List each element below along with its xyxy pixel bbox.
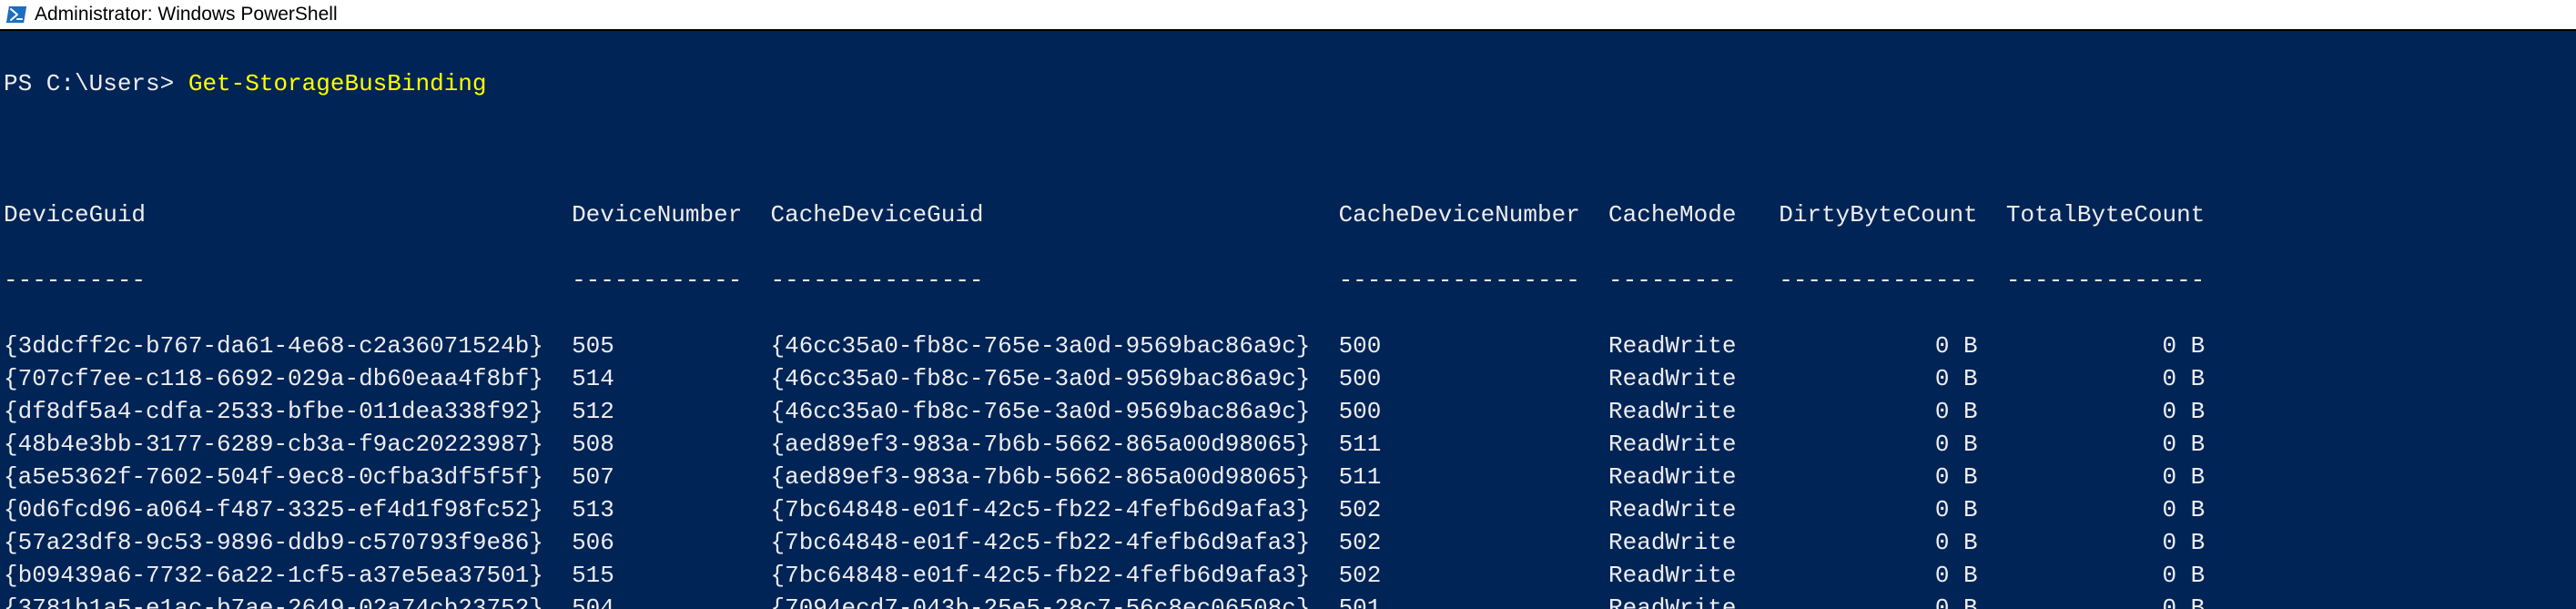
prompt-line: PS C:\Users> Get-StorageBusBinding xyxy=(4,67,2572,100)
cell-cachemode: ReadWrite xyxy=(1608,362,1750,395)
cell-totalbytecount: 0 B xyxy=(1992,559,2205,592)
cell-totalbytecount: 0 B xyxy=(1992,428,2205,461)
cell-deviceguid: {48b4e3bb-3177-6289-cb3a-f9ac20223987} xyxy=(4,428,557,461)
header-row: DeviceGuid DeviceNumber CacheDeviceGuid … xyxy=(4,198,2572,231)
sep-cachedeviceguid: --------------- xyxy=(771,264,1324,297)
cell-dirtybytecount: 0 B xyxy=(1765,493,1978,526)
cell-cachemode: ReadWrite xyxy=(1608,526,1750,559)
table-row: {a5e5362f-7602-504f-9ec8-0cfba3df5f5f} 5… xyxy=(4,461,2572,493)
cell-totalbytecount: 0 B xyxy=(1992,395,2205,428)
cell-totalbytecount: 0 B xyxy=(1992,461,2205,493)
cell-devicenumber: 504 xyxy=(572,592,756,609)
cell-cachedeviceguid: {aed89ef3-983a-7b6b-5662-865a00d98065} xyxy=(771,461,1324,493)
cell-deviceguid: {3ddcff2c-b767-da61-4e68-c2a36071524b} xyxy=(4,330,557,362)
cell-cachedevicenumber: 501 xyxy=(1339,592,1595,609)
cell-dirtybytecount: 0 B xyxy=(1765,395,1978,428)
cell-deviceguid: {b09439a6-7732-6a22-1cf5-a37e5ea37501} xyxy=(4,559,557,592)
sep-devicenumber: ------------ xyxy=(572,264,756,297)
cell-dirtybytecount: 0 B xyxy=(1765,461,1978,493)
table-row: {3ddcff2c-b767-da61-4e68-c2a36071524b} 5… xyxy=(4,330,2572,362)
cell-cachemode: ReadWrite xyxy=(1608,428,1750,461)
cell-devicenumber: 508 xyxy=(572,428,756,461)
table-row: {3781b1a5-e1ac-b7ae-2649-02a74cb23752} 5… xyxy=(4,592,2572,609)
window-title: Administrator: Windows PowerShell xyxy=(35,4,338,25)
cell-cachedevicenumber: 511 xyxy=(1339,428,1595,461)
cell-cachedevicenumber: 511 xyxy=(1339,461,1595,493)
prompt-command: Get-StorageBusBinding xyxy=(188,70,487,97)
sep-cachedevicenumber: ----------------- xyxy=(1339,264,1595,297)
cell-cachedeviceguid: {7bc64848-e01f-42c5-fb22-4fefb6d9afa3} xyxy=(771,559,1324,592)
cell-deviceguid: {a5e5362f-7602-504f-9ec8-0cfba3df5f5f} xyxy=(4,461,557,493)
table-row: {b09439a6-7732-6a22-1cf5-a37e5ea37501} 5… xyxy=(4,559,2572,592)
cell-cachedeviceguid: {46cc35a0-fb8c-765e-3a0d-9569bac86a9c} xyxy=(771,395,1324,428)
cell-deviceguid: {df8df5a4-cdfa-2533-bfbe-011dea338f92} xyxy=(4,395,557,428)
cell-cachedeviceguid: {7094ecd7-043b-25e5-28c7-56c8ec06508c} xyxy=(771,592,1324,609)
col-header-cachedevicenumber: CacheDeviceNumber xyxy=(1339,198,1595,231)
cell-cachedeviceguid: {46cc35a0-fb8c-765e-3a0d-9569bac86a9c} xyxy=(771,330,1324,362)
table-rows-container: {3ddcff2c-b767-da61-4e68-c2a36071524b} 5… xyxy=(4,330,2572,609)
cell-cachedevicenumber: 502 xyxy=(1339,493,1595,526)
col-header-cachedeviceguid: CacheDeviceGuid xyxy=(771,198,1324,231)
blank-line xyxy=(4,133,2572,166)
cell-dirtybytecount: 0 B xyxy=(1765,330,1978,362)
cell-cachedevicenumber: 500 xyxy=(1339,362,1595,395)
sep-deviceguid: ---------- xyxy=(4,264,557,297)
col-header-devicenumber: DeviceNumber xyxy=(572,198,756,231)
cell-deviceguid: {707cf7ee-c118-6692-029a-db60eaa4f8bf} xyxy=(4,362,557,395)
cell-cachemode: ReadWrite xyxy=(1608,395,1750,428)
sep-totalbytecount: -------------- xyxy=(1992,264,2205,297)
cell-devicenumber: 507 xyxy=(572,461,756,493)
cell-cachedevicenumber: 502 xyxy=(1339,526,1595,559)
cell-deviceguid: {0d6fcd96-a064-f487-3325-ef4d1f98fc52} xyxy=(4,493,557,526)
cell-devicenumber: 512 xyxy=(572,395,756,428)
cell-cachemode: ReadWrite xyxy=(1608,559,1750,592)
cell-devicenumber: 506 xyxy=(572,526,756,559)
table-row: {df8df5a4-cdfa-2533-bfbe-011dea338f92} 5… xyxy=(4,395,2572,428)
cell-totalbytecount: 0 B xyxy=(1992,330,2205,362)
table-row: {57a23df8-9c53-9896-ddb9-c570793f9e86} 5… xyxy=(4,526,2572,559)
cell-cachedeviceguid: {7bc64848-e01f-42c5-fb22-4fefb6d9afa3} xyxy=(771,526,1324,559)
col-header-totalbytecount: TotalByteCount xyxy=(1992,198,2205,231)
cell-dirtybytecount: 0 B xyxy=(1765,362,1978,395)
cell-cachedeviceguid: {7bc64848-e01f-42c5-fb22-4fefb6d9afa3} xyxy=(771,493,1324,526)
separator-row: ---------- ------------ --------------- … xyxy=(4,264,2572,297)
cell-deviceguid: {3781b1a5-e1ac-b7ae-2649-02a74cb23752} xyxy=(4,592,557,609)
col-header-deviceguid: DeviceGuid xyxy=(4,198,557,231)
cell-cachemode: ReadWrite xyxy=(1608,461,1750,493)
cell-cachedevicenumber: 502 xyxy=(1339,559,1595,592)
cell-devicenumber: 513 xyxy=(572,493,756,526)
cell-dirtybytecount: 0 B xyxy=(1765,559,1978,592)
cell-deviceguid: {57a23df8-9c53-9896-ddb9-c570793f9e86} xyxy=(4,526,557,559)
cell-totalbytecount: 0 B xyxy=(1992,592,2205,609)
cell-totalbytecount: 0 B xyxy=(1992,493,2205,526)
cell-cachemode: ReadWrite xyxy=(1608,330,1750,362)
sep-dirtybytecount: -------------- xyxy=(1765,264,1978,297)
table-row: {707cf7ee-c118-6692-029a-db60eaa4f8bf} 5… xyxy=(4,362,2572,395)
cell-dirtybytecount: 0 B xyxy=(1765,526,1978,559)
cell-cachedeviceguid: {aed89ef3-983a-7b6b-5662-865a00d98065} xyxy=(771,428,1324,461)
cell-totalbytecount: 0 B xyxy=(1992,362,2205,395)
cell-dirtybytecount: 0 B xyxy=(1765,592,1978,609)
col-header-dirtybytecount: DirtyByteCount xyxy=(1765,198,1978,231)
window-titlebar[interactable]: Administrator: Windows PowerShell xyxy=(0,0,2576,31)
table-row: {0d6fcd96-a064-f487-3325-ef4d1f98fc52} 5… xyxy=(4,493,2572,526)
col-header-cachemode: CacheMode xyxy=(1608,198,1750,231)
cell-dirtybytecount: 0 B xyxy=(1765,428,1978,461)
sep-cachemode: --------- xyxy=(1608,264,1750,297)
prompt-prefix: PS C:\Users> xyxy=(4,70,188,97)
table-row: {48b4e3bb-3177-6289-cb3a-f9ac20223987} 5… xyxy=(4,428,2572,461)
cell-totalbytecount: 0 B xyxy=(1992,526,2205,559)
cell-devicenumber: 505 xyxy=(572,330,756,362)
cell-cachedevicenumber: 500 xyxy=(1339,395,1595,428)
cell-cachedevicenumber: 500 xyxy=(1339,330,1595,362)
terminal-body[interactable]: PS C:\Users> Get-StorageBusBinding Devic… xyxy=(0,31,2576,609)
powershell-icon xyxy=(5,5,27,24)
cell-devicenumber: 515 xyxy=(572,559,756,592)
cell-devicenumber: 514 xyxy=(572,362,756,395)
cell-cachedeviceguid: {46cc35a0-fb8c-765e-3a0d-9569bac86a9c} xyxy=(771,362,1324,395)
cell-cachemode: ReadWrite xyxy=(1608,493,1750,526)
cell-cachemode: ReadWrite xyxy=(1608,592,1750,609)
